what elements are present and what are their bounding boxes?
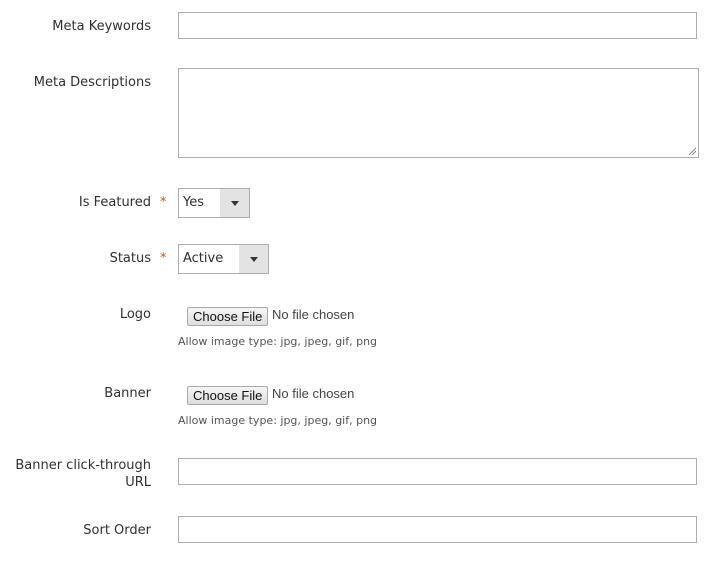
- banner-file-status: No file chosen: [272, 386, 355, 401]
- sort-order-input[interactable]: [178, 516, 697, 543]
- status-select[interactable]: Active: [178, 244, 269, 274]
- meta-keywords-label: Meta Keywords: [52, 19, 151, 34]
- is-featured-value: Yes: [183, 195, 204, 210]
- status-value: Active: [183, 251, 224, 266]
- meta-descriptions-textarea[interactable]: [178, 68, 699, 158]
- sort-order-label: Sort Order: [83, 523, 151, 538]
- chevron-down-icon[interactable]: [239, 245, 268, 273]
- meta-keywords-input[interactable]: [178, 12, 697, 39]
- banner-url-label-line1: Banner click-through: [15, 458, 151, 473]
- resize-grip-icon[interactable]: [688, 147, 696, 155]
- banner-note: Allow image type: jpg, jpeg, gif, png: [178, 414, 378, 427]
- status-label: Status: [109, 251, 151, 266]
- chevron-down-icon[interactable]: [220, 189, 249, 217]
- required-star-icon: *: [160, 195, 167, 210]
- logo-choose-file-button[interactable]: Choose File: [187, 307, 269, 326]
- is-featured-label: Is Featured: [78, 195, 151, 210]
- banner-url-input[interactable]: [178, 458, 697, 485]
- logo-file-status: No file chosen: [272, 307, 355, 322]
- banner-url-label: Banner click-through URL: [15, 457, 151, 491]
- logo-note: Allow image type: jpg, jpeg, gif, png: [178, 335, 378, 348]
- is-featured-select[interactable]: Yes: [178, 188, 250, 218]
- meta-descriptions-label: Meta Descriptions: [33, 75, 151, 90]
- logo-label: Logo: [119, 307, 151, 322]
- required-star-icon: *: [160, 251, 167, 266]
- banner-label: Banner: [104, 386, 151, 401]
- banner-url-label-line2: URL: [125, 475, 151, 490]
- banner-choose-file-button[interactable]: Choose File: [187, 386, 269, 405]
